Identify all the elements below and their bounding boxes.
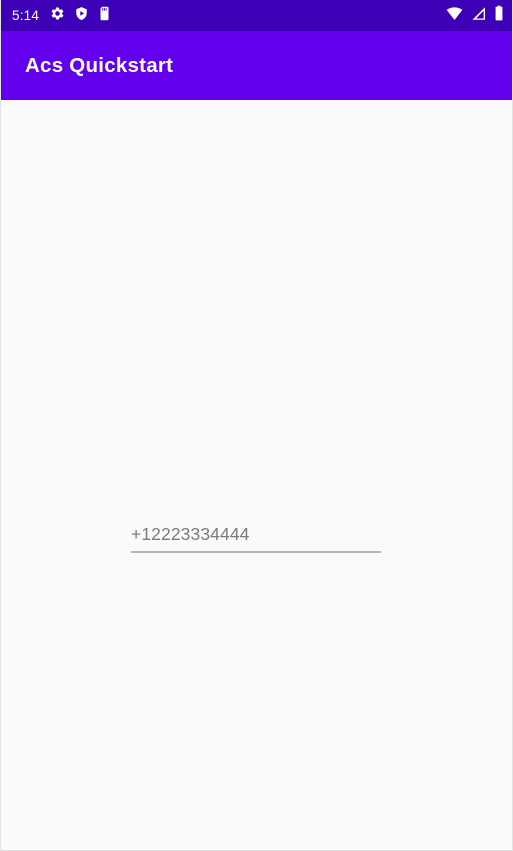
cellular-signal-icon [471, 6, 487, 26]
status-bar-left-group: 5:14 [12, 6, 445, 26]
android-app-screen: 5:14 Acs Quickstart +12223334444 [0, 0, 513, 851]
wifi-icon [445, 6, 464, 26]
play-protect-shield-icon [74, 6, 89, 26]
status-bar-clock: 5:14 [12, 7, 40, 23]
phone-number-input[interactable] [131, 518, 381, 551]
app-bar: Acs Quickstart [1, 31, 512, 100]
status-bar: 5:14 [1, 0, 512, 31]
main-content: CALL [1, 100, 512, 850]
sd-card-icon [98, 6, 111, 26]
phone-number-field[interactable] [131, 518, 381, 553]
battery-icon [494, 5, 504, 26]
settings-gear-icon [50, 6, 65, 26]
page-title: Acs Quickstart [25, 53, 174, 77]
status-bar-right-group [445, 5, 504, 26]
